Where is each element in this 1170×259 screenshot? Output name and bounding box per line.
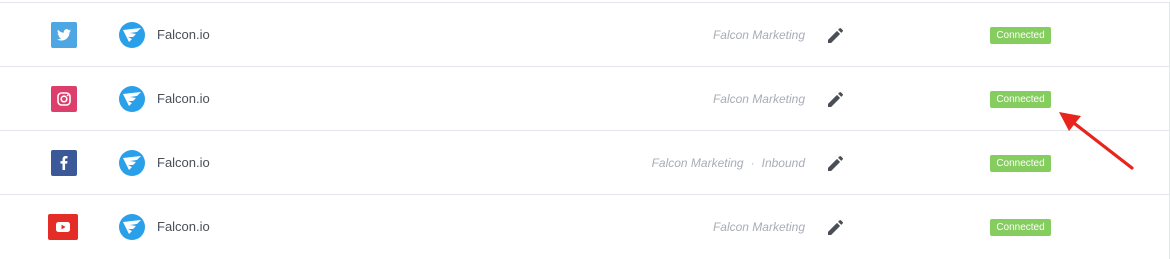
owner-label: Falcon Marketing bbox=[713, 92, 805, 106]
owner-name: Falcon Marketing bbox=[712, 92, 805, 106]
owner-name: Falcon Marketing bbox=[651, 156, 744, 170]
falcon-logo-icon bbox=[119, 214, 145, 240]
owner-label: Falcon Marketing bbox=[713, 28, 805, 42]
youtube-icon bbox=[48, 214, 78, 240]
edit-pencil-icon[interactable] bbox=[826, 154, 844, 172]
owner-label: Falcon Marketing · Inbound bbox=[652, 156, 805, 170]
account-name: Falcon.io bbox=[157, 155, 210, 170]
profile-row-facebook[interactable]: Falcon.io Falcon Marketing · Inbound Conne… bbox=[0, 131, 1169, 195]
account-name: Falcon.io bbox=[157, 91, 210, 106]
falcon-logo-icon bbox=[119, 86, 145, 112]
connected-profiles-table: Falcon.io Falcon Marketing Connected Fal… bbox=[0, 2, 1170, 259]
owner-name: Falcon Marketing bbox=[712, 28, 805, 42]
twitter-icon bbox=[51, 22, 77, 48]
connected-status-badge: Connected bbox=[990, 91, 1051, 108]
instagram-icon bbox=[51, 86, 77, 112]
profile-row-youtube[interactable]: Falcon.io Falcon Marketing Connected bbox=[0, 195, 1169, 259]
owner-separator: · bbox=[750, 156, 755, 170]
falcon-logo-icon bbox=[119, 150, 145, 176]
edit-pencil-icon[interactable] bbox=[826, 90, 844, 108]
profile-row-instagram[interactable]: Falcon.io Falcon Marketing Connected bbox=[0, 67, 1169, 131]
falcon-logo-icon bbox=[119, 22, 145, 48]
account-name: Falcon.io bbox=[157, 27, 210, 42]
profile-row-twitter[interactable]: Falcon.io Falcon Marketing Connected bbox=[0, 3, 1169, 67]
owner-label: Falcon Marketing bbox=[713, 220, 805, 234]
edit-pencil-icon[interactable] bbox=[826, 218, 844, 236]
owner-team: Inbound bbox=[761, 156, 805, 170]
owner-name: Falcon Marketing bbox=[712, 220, 805, 234]
facebook-icon bbox=[51, 150, 77, 176]
connected-status-badge: Connected bbox=[990, 27, 1051, 44]
edit-pencil-icon[interactable] bbox=[826, 26, 844, 44]
connected-status-badge: Connected bbox=[990, 155, 1051, 172]
connected-status-badge: Connected bbox=[990, 219, 1051, 236]
account-name: Falcon.io bbox=[157, 219, 210, 234]
